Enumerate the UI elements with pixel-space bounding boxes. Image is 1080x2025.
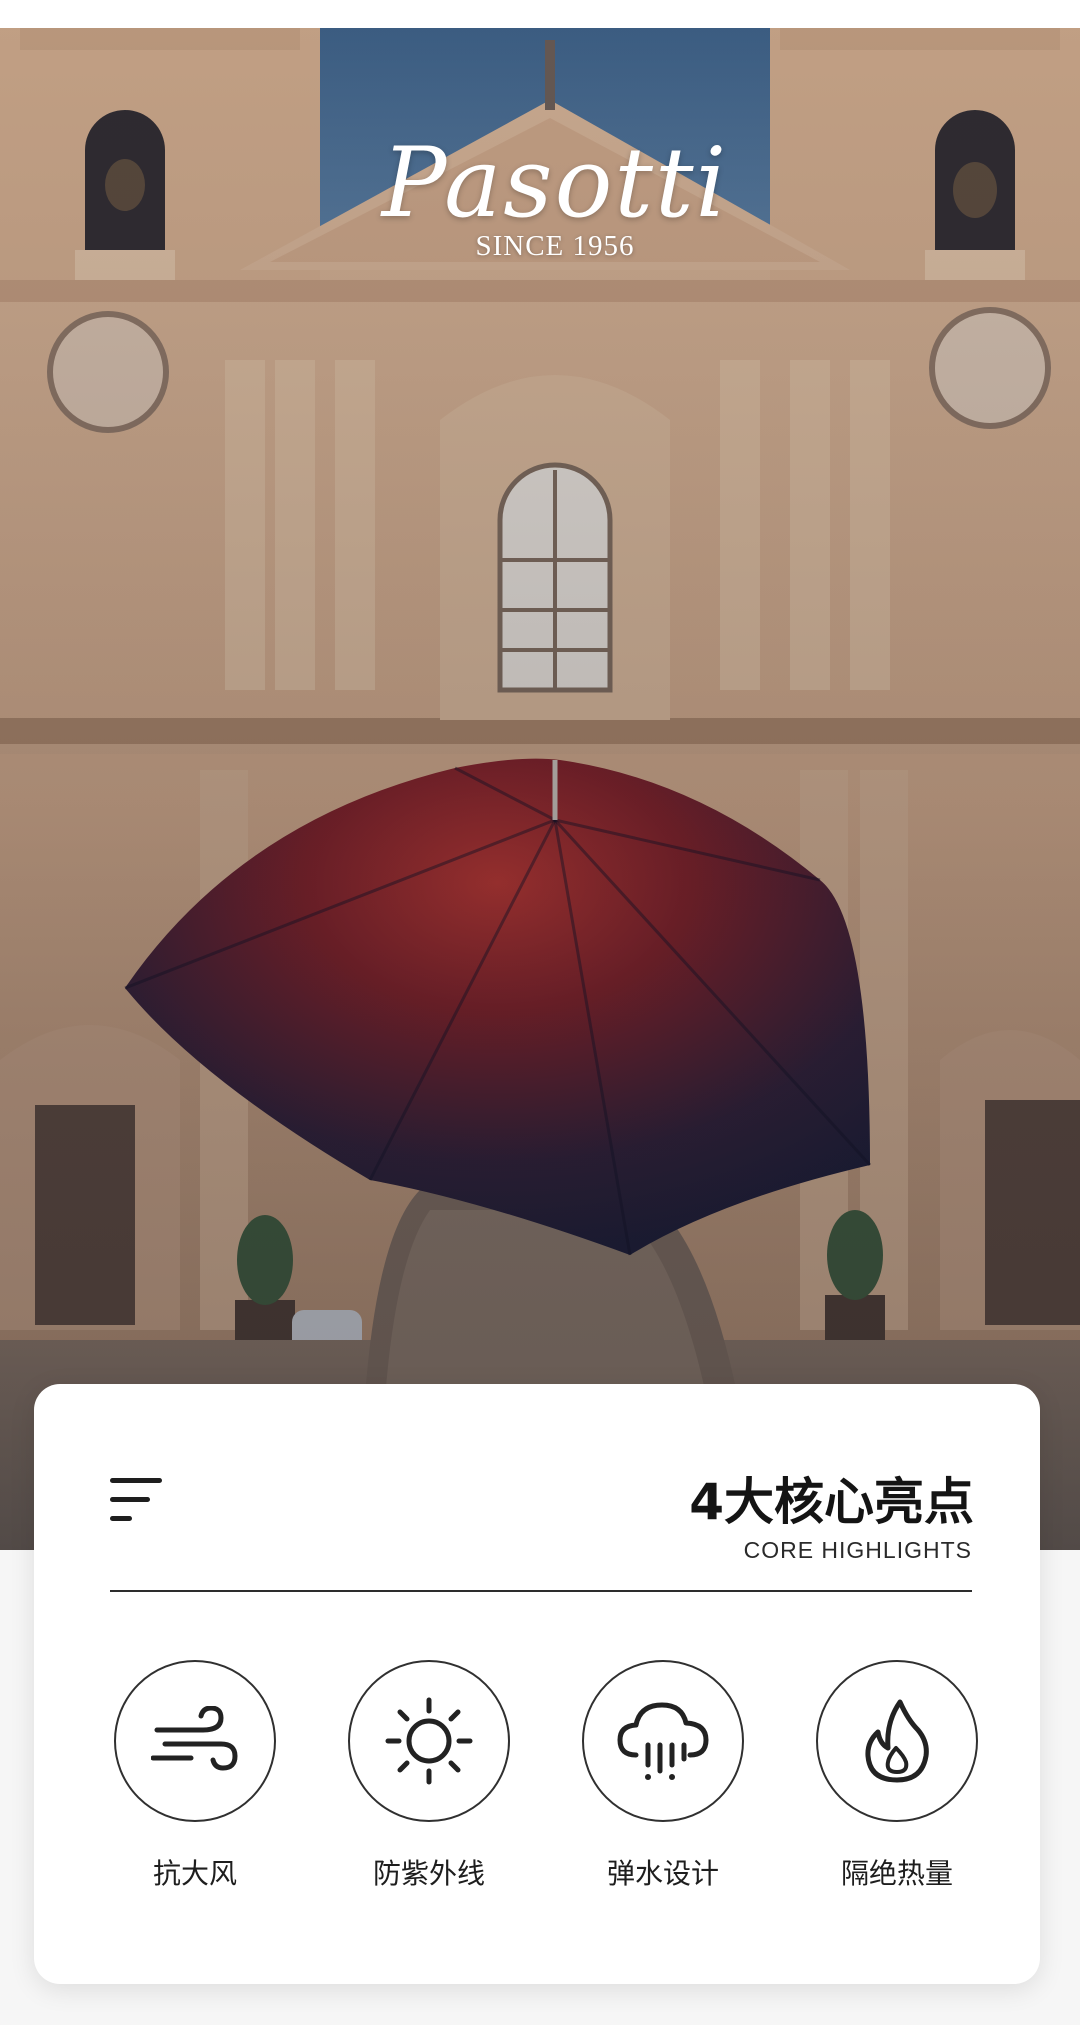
top-strip [0,0,1080,28]
feature-label: 抗大风 [152,1857,237,1890]
product-detail-page: Pasotti SINCE 1956 4大核心亮点 CORE HIGHLIGHT… [0,0,1080,2025]
hero-photo: Pasotti SINCE 1956 [0,0,1080,1550]
feature-flame: 隔绝热量 [814,1660,980,1892]
flame-icon [865,1699,929,1783]
highlights-subtitle: CORE HIGHLIGHTS [743,1537,972,1563]
menu-lines-icon [110,1478,166,1524]
feature-circle [816,1660,978,1822]
feature-circle [114,1660,276,1822]
sun-icon [385,1697,473,1785]
feature-label: 弹水设计 [606,1857,719,1890]
brand-logo: Pasotti [381,127,729,239]
feature-list: 抗大风 防紫外线 弹水设计 隔绝热量 [34,1660,1040,1910]
brand-since-text: SINCE 1956 [475,230,635,262]
feature-label: 防紫外线 [372,1857,485,1890]
feature-sun: 防紫外线 [346,1660,512,1892]
feature-circle [348,1660,510,1822]
feature-wind: 抗大风 [112,1660,278,1892]
feature-rain: 弹水设计 [580,1660,746,1892]
feature-circle [582,1660,744,1822]
feature-label: 隔绝热量 [840,1857,953,1890]
rain-cloud-icon [617,1702,709,1780]
divider [110,1590,972,1592]
core-highlights-card: 4大核心亮点 CORE HIGHLIGHTS 抗大风 防紫外线 弹水设计 隔绝热… [34,1384,1040,1984]
brand-logo-block: Pasotti SINCE 1956 [0,128,1080,263]
wind-icon [151,1706,238,1771]
highlights-title: 4大核心亮点 [689,1473,974,1531]
